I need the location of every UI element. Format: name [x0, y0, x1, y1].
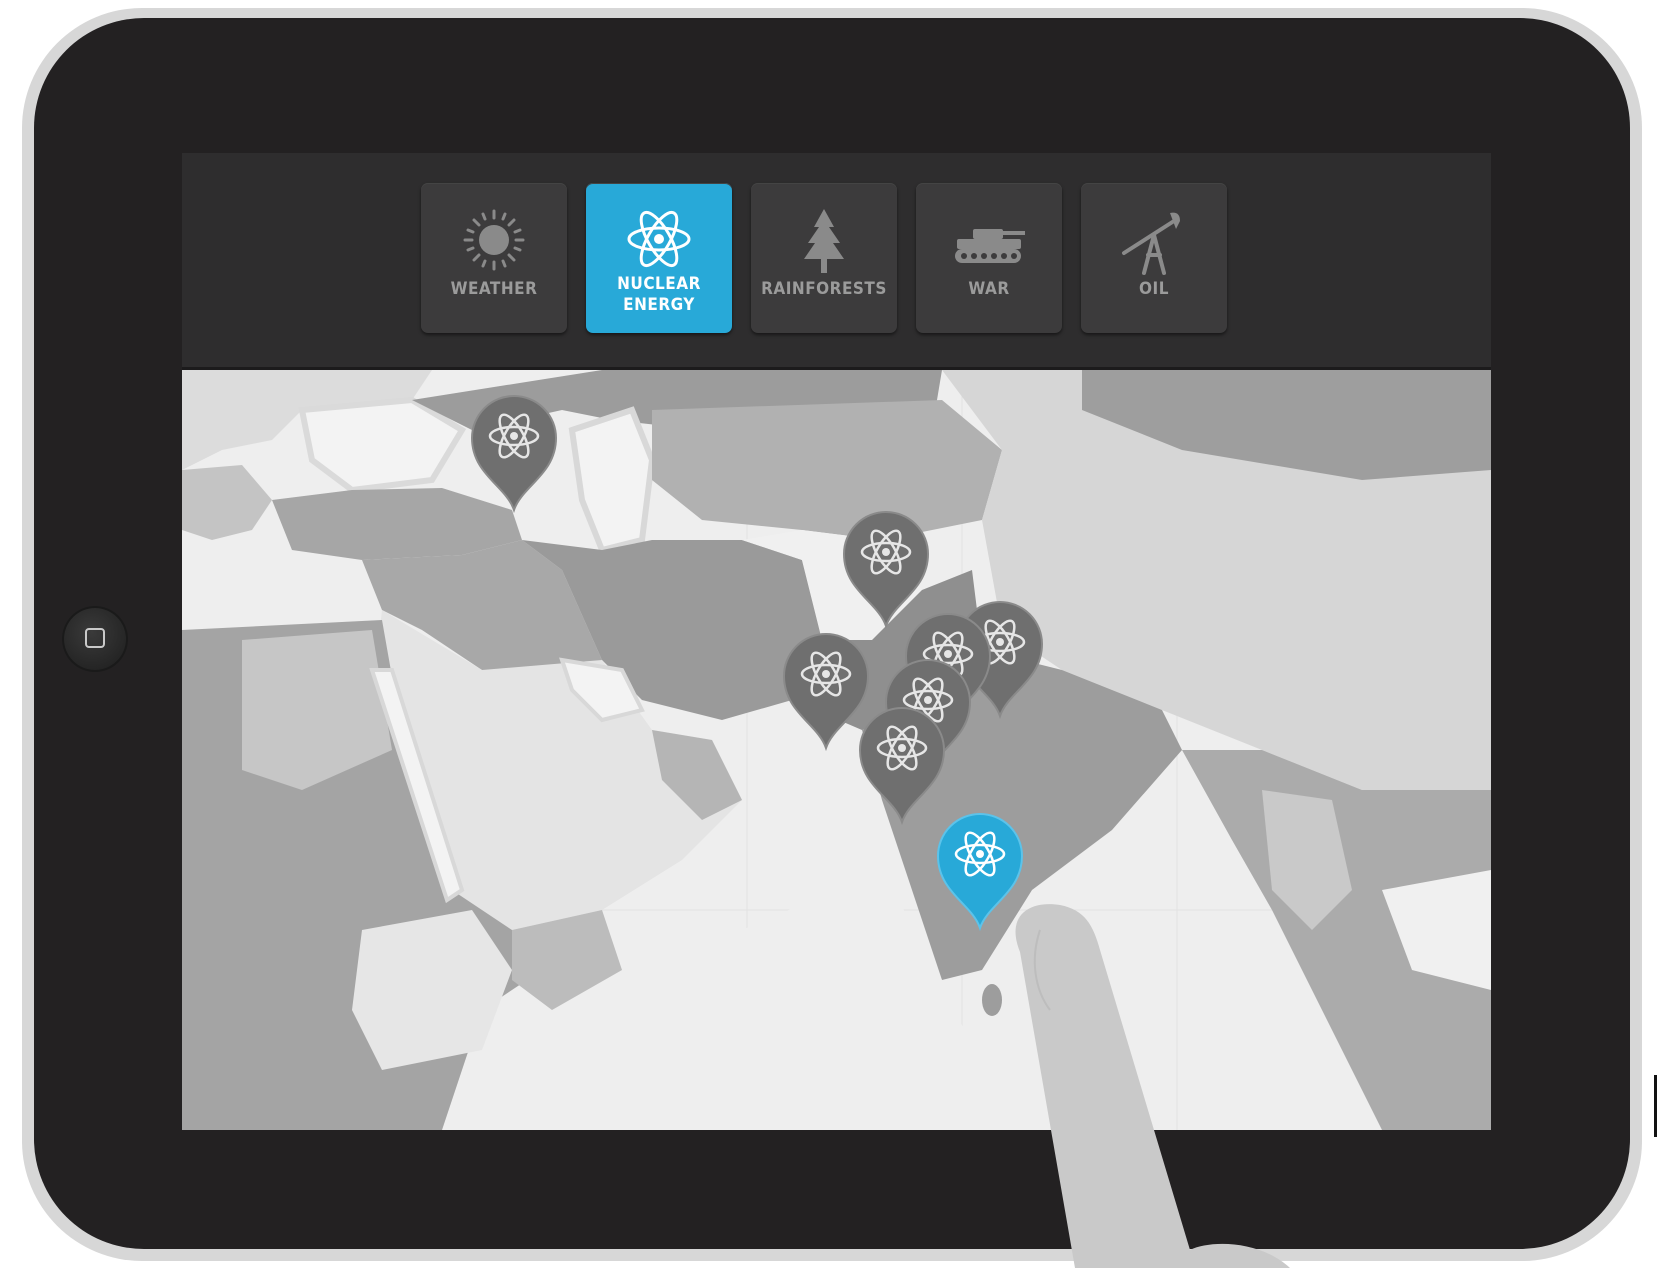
category-label-oil: OIL: [1139, 279, 1169, 299]
category-label-weather: WEATHER: [450, 279, 538, 299]
category-label-war: WAR: [968, 279, 1010, 299]
app-screen: WEATHER NUCLEAR ENERGY RAINFORESTS WAR O…: [182, 153, 1491, 1130]
map-pin-atom-icon: [470, 395, 558, 514]
sun-icon: [463, 209, 525, 271]
map-pin[interactable]: [466, 388, 562, 514]
side-switch: [1654, 1075, 1657, 1137]
home-square-icon: [85, 628, 105, 648]
category-button-nuclear-energy[interactable]: NUCLEAR ENERGY: [586, 183, 732, 333]
oil-pump-icon: [1122, 212, 1180, 275]
category-button-war[interactable]: WAR: [916, 183, 1062, 333]
category-button-rainforests[interactable]: RAINFORESTS: [751, 183, 897, 333]
map-pin-selected[interactable]: [932, 806, 1028, 932]
category-toolbar: WEATHER NUCLEAR ENERGY RAINFORESTS WAR O…: [182, 153, 1491, 370]
tank-icon: [955, 229, 1025, 263]
atom-icon: [627, 210, 691, 268]
category-button-weather[interactable]: WEATHER: [421, 183, 567, 333]
category-label-rainforests: RAINFORESTS: [761, 279, 887, 299]
category-label-nuclear-energy: NUCLEAR ENERGY: [617, 274, 701, 315]
tree-icon: [804, 209, 844, 273]
world-map[interactable]: [182, 370, 1491, 1130]
map-pin-atom-icon: [936, 813, 1024, 932]
home-button[interactable]: [62, 606, 128, 672]
category-button-oil[interactable]: OIL: [1081, 183, 1227, 333]
